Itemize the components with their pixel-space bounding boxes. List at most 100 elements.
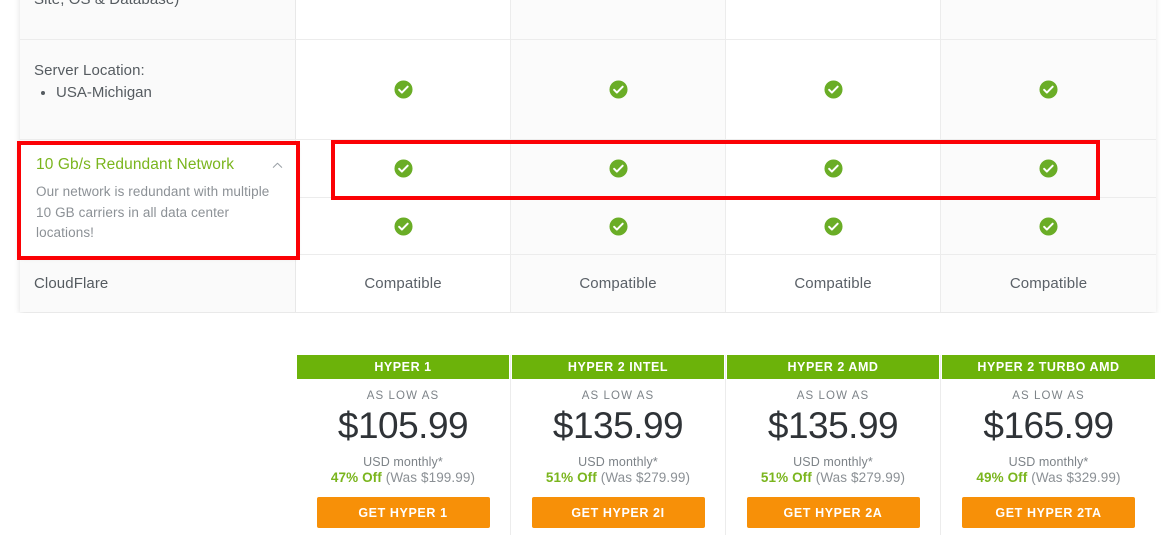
plan-column-hyper-2-turbo-amd: Compatible: [941, 0, 1156, 312]
feature-tooltip-description: Our network is redundant with multiple 1…: [36, 184, 270, 241]
cell-server-location: [941, 40, 1156, 140]
plan-name: HYPER 2 INTEL: [567, 360, 669, 374]
plan-name: HYPER 2 TURBO AMD: [977, 360, 1120, 374]
as-low-as-label: AS LOW AS: [366, 390, 440, 402]
pricing-card-header: HYPER 2 INTEL: [512, 355, 724, 379]
green-check-circle-icon: [823, 216, 843, 236]
pricing-card-header: HYPER 1: [297, 355, 509, 379]
price-value: $135.99: [767, 405, 899, 446]
pricing-cards: HYPER 1 AS LOW AS $105.99 USD monthly* 4…: [296, 355, 1156, 535]
cell-server-location: [726, 40, 940, 140]
cell-value: Compatible: [579, 275, 657, 292]
feature-row-control-panel[interactable]: Site, OS & Database): [20, 0, 296, 40]
pricing-section: HYPER 1 AS LOW AS $105.99 USD monthly* 4…: [0, 313, 1167, 535]
feature-tooltip-title: 10 Gb/s Redundant Network: [36, 156, 235, 173]
discount-percent: 51% Off: [545, 469, 597, 485]
pricing-card-body: AS LOW AS $165.99 USD monthly* 49% Off (…: [941, 379, 1156, 528]
pricing-card-header: HYPER 2 AMD: [727, 355, 939, 379]
green-check-circle-icon: [608, 159, 628, 178]
green-check-circle-icon: [823, 159, 843, 178]
feature-label: Site, OS & Database): [34, 0, 179, 10]
cell-server-location: [296, 40, 510, 140]
green-check-circle-icon: [393, 159, 413, 178]
price-value: $165.99: [983, 405, 1114, 446]
cell-server-location: [511, 40, 725, 140]
as-low-as-label: AS LOW AS: [1012, 390, 1085, 402]
original-price: (Was $279.99): [815, 469, 906, 485]
green-check-circle-icon: [1039, 159, 1058, 178]
original-price: (Was $279.99): [600, 469, 691, 485]
cell-value: Compatible: [364, 275, 442, 292]
cell-redundant-network: [941, 140, 1156, 198]
feature-row-cloudflare[interactable]: CloudFlare: [20, 255, 296, 312]
plan-column-hyper-1: Compatible: [296, 0, 511, 312]
cell-control-panel: [511, 0, 725, 40]
discount-line: 51% Off (Was $279.99): [511, 470, 725, 485]
cell-control-panel: [941, 0, 1156, 40]
pricing-card-hyper-1: HYPER 1 AS LOW AS $105.99 USD monthly* 4…: [296, 355, 511, 535]
plan-columns-grid: Compatible Compatible Compatible Compati…: [296, 0, 1156, 312]
green-check-circle-icon: [393, 80, 413, 99]
green-check-circle-icon: [608, 80, 628, 99]
cell-value: Compatible: [794, 275, 872, 292]
green-check-circle-icon: [608, 216, 628, 236]
discount-percent: 51% Off: [760, 469, 812, 485]
price-value: $135.99: [552, 405, 684, 446]
cell-cloudflare: Compatible: [511, 255, 725, 312]
currency-note: USD monthly*: [578, 454, 658, 469]
cell-redundant-network: [296, 140, 510, 198]
get-plan-button[interactable]: GET HYPER 2A: [746, 496, 920, 528]
price-value: $105.99: [337, 405, 469, 446]
feature-sublist: USA-Michigan: [34, 82, 152, 105]
currency-note: USD monthly*: [793, 454, 873, 469]
cell-cloudflare: Compatible: [296, 255, 510, 312]
feature-row-server-location[interactable]: Server Location: USA-Michigan: [20, 40, 296, 140]
pricing-card-body: AS LOW AS $135.99 USD monthly* 51% Off (…: [511, 379, 725, 528]
as-low-as-label: AS LOW AS: [581, 390, 655, 402]
currency-note: USD monthly*: [363, 454, 443, 469]
plan-column-hyper-2-amd: Compatible: [726, 0, 941, 312]
discount-line: 49% Off (Was $329.99): [941, 470, 1156, 485]
cell-ddos-protection: [941, 198, 1156, 255]
feature-label: CloudFlare: [34, 274, 109, 292]
pricing-card-hyper-2-amd: HYPER 2 AMD AS LOW AS $135.99 USD monthl…: [726, 355, 941, 535]
green-check-circle-icon: [393, 216, 413, 236]
discount-line: 47% Off (Was $199.99): [296, 470, 510, 485]
plan-name: HYPER 1: [374, 360, 432, 374]
feature-label: Server Location:: [34, 62, 145, 79]
comparison-table-section: Site, OS & Database) Server Location: US…: [0, 0, 1167, 313]
original-price: (Was $199.99): [385, 469, 476, 485]
cell-redundant-network: [726, 140, 940, 198]
discount-percent: 49% Off: [976, 469, 1028, 485]
feature-sublist-item: USA-Michigan: [56, 82, 152, 105]
pricing-card-body: AS LOW AS $105.99 USD monthly* 47% Off (…: [296, 379, 510, 528]
pricing-card-hyper-2-turbo-amd: HYPER 2 TURBO AMD AS LOW AS $165.99 USD …: [941, 355, 1156, 535]
get-plan-button[interactable]: GET HYPER 2I: [531, 496, 705, 528]
green-check-circle-icon: [1039, 216, 1058, 236]
discount-line: 51% Off (Was $279.99): [726, 470, 940, 485]
pricing-card-body: AS LOW AS $135.99 USD monthly* 51% Off (…: [726, 379, 940, 528]
green-check-circle-icon: [1039, 80, 1058, 99]
cell-control-panel: [726, 0, 940, 40]
page-root: Site, OS & Database) Server Location: US…: [0, 0, 1167, 535]
green-check-circle-icon: [823, 80, 843, 99]
cell-ddos-protection: [511, 198, 725, 255]
original-price: (Was $329.99): [1031, 469, 1121, 485]
as-low-as-label: AS LOW AS: [796, 390, 870, 402]
feature-tooltip-panel[interactable]: 10 Gb/s Redundant Network Our network is…: [20, 144, 297, 257]
get-plan-button[interactable]: GET HYPER 1: [316, 496, 490, 528]
get-plan-button[interactable]: GET HYPER 2TA: [962, 496, 1135, 528]
plan-name: HYPER 2 AMD: [787, 360, 879, 374]
cell-value: Compatible: [1009, 275, 1088, 292]
chevron-up-icon[interactable]: [272, 160, 283, 171]
pricing-card-header: HYPER 2 TURBO AMD: [942, 355, 1155, 379]
cell-control-panel: [296, 0, 510, 40]
pricing-card-hyper-2-intel: HYPER 2 INTEL AS LOW AS $135.99 USD mont…: [511, 355, 726, 535]
cell-ddos-protection: [296, 198, 510, 255]
cell-cloudflare: Compatible: [941, 255, 1156, 312]
cell-cloudflare: Compatible: [726, 255, 940, 312]
cell-ddos-protection: [726, 198, 940, 255]
plan-column-hyper-2-intel: Compatible: [511, 0, 726, 312]
currency-note: USD monthly*: [1008, 454, 1089, 469]
cell-redundant-network: [511, 140, 725, 198]
